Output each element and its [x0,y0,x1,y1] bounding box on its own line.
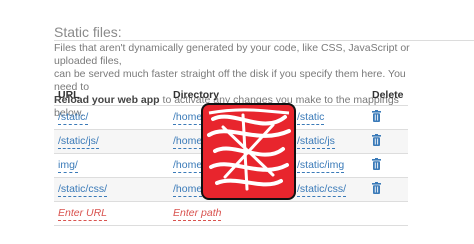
url-link[interactable]: /static/ [58,111,89,125]
url-link[interactable]: /static/css/ [58,183,108,197]
trash-icon[interactable] [372,110,381,122]
trash-icon[interactable] [372,158,381,170]
header-directory: Directory [173,89,220,101]
directory-link-end[interactable]: /static/css/ [297,183,347,197]
static-files-section: Static files: Files that aren't dynamica… [0,0,474,244]
directory-link-end[interactable]: /static/img [297,159,345,173]
description-line-1: Files that aren't dynamically generated … [54,42,410,67]
redaction-scribble [201,103,296,200]
directory-link-end[interactable]: /static [297,111,325,125]
title-divider [54,40,474,41]
directory-link[interactable]: /home [173,159,203,173]
scribble-marks [207,108,291,191]
enter-url-input[interactable]: Enter URL [58,207,108,221]
header-delete: Delete [372,89,404,101]
new-mapping-row: Enter URL Enter path [54,201,408,226]
header-url: URL [58,89,80,101]
section-title: Static files: [54,24,122,40]
trash-icon[interactable] [372,134,381,146]
directory-link[interactable]: /home [173,111,203,125]
directory-link-end[interactable]: /static/js [297,135,335,149]
trash-icon[interactable] [372,182,381,194]
directory-link[interactable]: /home [173,183,203,197]
description-line-2: can be served much faster straight off t… [54,68,406,93]
directory-link[interactable]: /home [173,135,203,149]
enter-path-input[interactable]: Enter path [173,207,222,221]
url-link[interactable]: /static/js/ [58,135,99,149]
url-link[interactable]: img/ [58,159,78,173]
